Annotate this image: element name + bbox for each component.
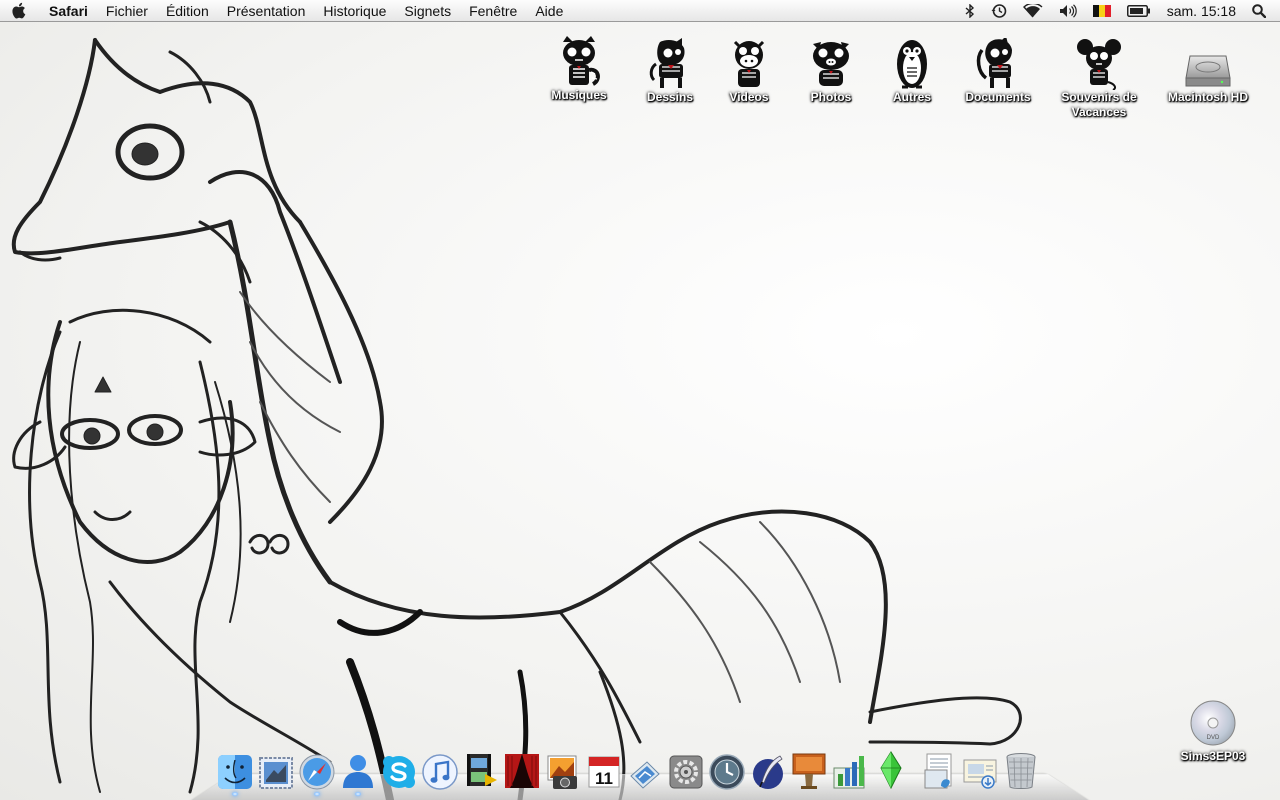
downloads-stack-icon	[963, 759, 996, 789]
skull-cow-folder-icon	[733, 40, 765, 87]
menu-bar: Safari Fichier Édition Présentation Hist…	[0, 0, 1280, 22]
numbers-chart-icon	[833, 756, 864, 789]
desktop-drive-sims3ep03[interactable]: DVD Sims3EP03	[1163, 697, 1263, 764]
skype-icon	[382, 756, 415, 788]
ical-day-number: 11	[595, 769, 613, 788]
dock-imovie[interactable]	[461, 746, 500, 790]
menu-historique[interactable]: Historique	[314, 0, 395, 22]
dock-quill[interactable]	[748, 746, 787, 790]
menu-extras: sam. 15:18	[957, 0, 1280, 22]
desktop-drive-label: Macintosh HD	[1167, 90, 1248, 104]
apple-logo-icon[interactable]	[0, 2, 40, 19]
wifi-icon[interactable]	[1015, 0, 1051, 22]
dock-keynote[interactable]	[789, 746, 828, 790]
menu-edition[interactable]: Édition	[157, 0, 218, 22]
desktop-folder-label: Documents	[965, 90, 1031, 104]
system-preferences-gear-icon	[669, 755, 702, 789]
sims-plumbob-icon	[879, 751, 902, 790]
menu-presentation[interactable]: Présentation	[218, 0, 315, 22]
menu-fichier[interactable]: Fichier	[97, 0, 157, 22]
dock-ical[interactable]: 11	[584, 746, 623, 790]
dock-numbers[interactable]	[830, 746, 869, 790]
mail-stamp-icon	[258, 757, 293, 789]
menu-fenetre[interactable]: Fenêtre	[460, 0, 526, 22]
front-row-curtain-icon	[504, 754, 539, 788]
safari-compass-icon	[299, 754, 334, 790]
desktop-folder-musiques[interactable]: Musiques	[529, 36, 629, 103]
preview-icon	[629, 761, 660, 789]
desktop-folder-label: Autres	[892, 90, 931, 104]
spotlight-search-icon[interactable]	[1248, 0, 1280, 22]
dock-trash[interactable]	[1001, 746, 1040, 790]
skull-pig-folder-icon	[813, 42, 849, 86]
skull-pony-folder-icon	[976, 38, 1012, 88]
ical-calendar-icon: 11	[588, 756, 619, 788]
dock-documents-stack[interactable]	[919, 746, 958, 790]
dock-sims3[interactable]	[871, 746, 910, 790]
skull-raccoon-folder-icon	[563, 36, 600, 86]
dock-iphoto[interactable]	[543, 746, 582, 790]
time-machine-icon[interactable]	[983, 0, 1015, 22]
keynote-podium-icon	[792, 753, 825, 789]
desktop-drive-macintosh-hd[interactable]: Macintosh HD	[1158, 38, 1258, 105]
running-indicator	[354, 792, 361, 796]
running-indicator	[313, 792, 320, 796]
desktop-folder-souvenirs[interactable]: Souvenirs de Vacances	[1049, 38, 1149, 120]
desktop-wallpaper	[0, 22, 1280, 800]
dock-front-row[interactable]	[502, 746, 541, 790]
hard-drive-icon	[1185, 55, 1231, 87]
iphoto-icon	[547, 755, 577, 789]
dvd-disc-icon: DVD	[1190, 700, 1236, 746]
dock: 11	[214, 744, 1041, 796]
dock-time-machine[interactable]	[707, 746, 746, 790]
ichat-buddy-icon	[342, 755, 373, 788]
volume-icon[interactable]	[1051, 0, 1085, 22]
desktop-folder-label: Souvenirs de Vacances	[1061, 90, 1137, 119]
dock-mail[interactable]	[256, 746, 295, 790]
skull-pony-folder-icon	[649, 38, 685, 88]
menu-app-name[interactable]: Safari	[40, 0, 97, 22]
menu-clock[interactable]: sam. 15:18	[1159, 0, 1248, 22]
desktop-folder-documents[interactable]: Documents	[948, 38, 1048, 105]
bluetooth-icon[interactable]	[957, 0, 983, 22]
belgian-flag-icon[interactable]	[1085, 0, 1119, 22]
menu-signets[interactable]: Signets	[395, 0, 460, 22]
dock-safari[interactable]	[297, 746, 336, 796]
dock-ichat[interactable]	[338, 746, 377, 796]
finder-icon	[217, 755, 252, 789]
skull-mouse-folder-icon	[1077, 39, 1121, 90]
dock-preview[interactable]	[625, 746, 664, 790]
menu-aide[interactable]: Aide	[526, 0, 572, 22]
dock-downloads-stack[interactable]	[960, 746, 999, 790]
documents-stack-icon	[924, 753, 951, 789]
imovie-film-icon	[466, 754, 497, 786]
dock-itunes[interactable]	[420, 746, 459, 790]
desktop-drive-label: Sims3EP03	[1180, 749, 1246, 763]
svg-text:DVD: DVD	[1207, 735, 1220, 741]
itunes-note-icon	[421, 754, 458, 790]
dock-finder[interactable]	[215, 746, 254, 796]
battery-icon[interactable]	[1119, 0, 1159, 22]
dock-skype[interactable]	[379, 746, 418, 790]
pencil-sketch-wallpaper	[11, 38, 1022, 800]
dock-system-preferences[interactable]	[666, 746, 705, 790]
desktop-folder-label: Musiques	[551, 88, 607, 102]
time-machine-dock-icon	[708, 754, 745, 790]
trash-icon	[1006, 753, 1035, 789]
quill-pen-icon	[752, 755, 783, 789]
skull-penguin-folder-icon	[897, 40, 927, 89]
desktop-folder-autres[interactable]: Autres	[862, 38, 962, 105]
running-indicator	[231, 792, 238, 796]
